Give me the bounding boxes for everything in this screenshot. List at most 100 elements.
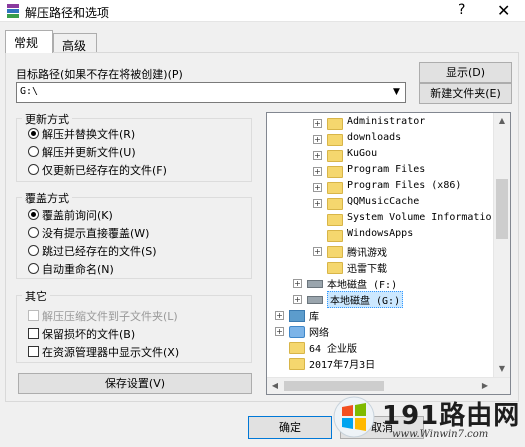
library-icon [289, 310, 305, 322]
tree-item-label: Program Files [347, 164, 426, 175]
folder-icon [327, 182, 343, 194]
overwrite-mode-title: 覆盖方式 [22, 190, 72, 206]
option-label: 解压并替换文件(R) [42, 128, 136, 141]
scroll-right-icon[interactable]: ▶ [477, 378, 493, 394]
window-title: 解压路径和选项 [25, 6, 110, 20]
windows-logo-icon [333, 396, 375, 438]
radio-icon [28, 245, 39, 256]
tree-item-label: downloads [347, 132, 402, 143]
folder-icon [327, 230, 343, 242]
expand-icon[interactable]: + [313, 167, 322, 176]
tab-general[interactable]: 常规 [5, 30, 53, 53]
tree-item-label: Program Files (x86) [347, 180, 462, 191]
checkbox-icon [28, 328, 39, 339]
new-folder-button[interactable]: 新建文件夹(E) [419, 83, 512, 104]
other-options-title: 其它 [22, 288, 50, 304]
expand-icon[interactable]: + [275, 311, 284, 320]
folder-icon [327, 246, 343, 258]
scroll-left-icon[interactable]: ◀ [267, 378, 283, 394]
radio-extract-replace[interactable]: 解压并替换文件(R) [28, 126, 135, 142]
update-mode-title: 更新方式 [22, 111, 72, 127]
radio-icon [28, 128, 39, 139]
tree-item-label: KuGou [347, 148, 378, 159]
watermark-brand: 191路由网 [382, 401, 521, 431]
tree-item-label: 64 企业版 [309, 344, 358, 355]
tree-item-label: 本地磁盘 (G:) [327, 291, 404, 308]
radio-skip-existing[interactable]: 跳过已经存在的文件(S) [28, 243, 157, 259]
save-settings-button[interactable]: 保存设置(V) [18, 373, 252, 394]
folder-icon [327, 214, 343, 226]
tree-item-label: System Volume Informatio [347, 212, 492, 223]
folder-icon [327, 134, 343, 146]
radio-icon [28, 164, 39, 175]
drive-icon [307, 280, 323, 288]
checkbox-icon [28, 310, 39, 321]
show-button[interactable]: 显示(D) [419, 62, 512, 83]
tree-item-label: 网络 [309, 328, 329, 339]
watermark-site: www.Winwin7.com [392, 429, 489, 440]
option-label: 解压并更新文件(U) [42, 146, 136, 159]
tree-item-label: WindowsApps [347, 228, 414, 239]
expand-icon[interactable]: + [313, 183, 322, 192]
radio-icon [28, 146, 39, 157]
expand-icon[interactable]: + [313, 247, 322, 256]
expand-icon[interactable]: + [275, 327, 284, 336]
scroll-thumb[interactable] [496, 179, 508, 239]
tree-item-label: Administrator [347, 116, 426, 127]
radio-extract-update[interactable]: 解压并更新文件(U) [28, 144, 136, 160]
tree-item-label: 2017年7月3日 [309, 360, 376, 371]
target-path-label: 目标路径(如果不存在将被创建)(P) [16, 68, 183, 81]
option-label: 在资源管理器中显示文件(X) [42, 346, 180, 359]
scroll-down-icon[interactable]: ▼ [494, 361, 510, 377]
folder-icon [327, 150, 343, 162]
folder-icon [327, 198, 343, 210]
radio-icon [28, 209, 39, 220]
expand-icon[interactable]: + [293, 295, 302, 304]
network-icon [289, 326, 305, 338]
expand-icon[interactable]: + [313, 199, 322, 208]
target-path-combo[interactable]: G:\ ▼ [16, 82, 406, 103]
close-button[interactable]: ✕ [497, 1, 510, 20]
checkbox-show-in-explorer[interactable]: 在资源管理器中显示文件(X) [28, 344, 179, 360]
radio-fresh-existing[interactable]: 仅更新已经存在的文件(F) [28, 162, 167, 178]
title-bar: 解压路径和选项 ? ✕ [0, 0, 525, 22]
checkbox-extract-subfolder[interactable]: 解压压缩文件到子文件夹(L) [28, 308, 178, 324]
tree-item-label: 库 [309, 312, 319, 323]
tree-item-label: QQMusicCache [347, 196, 420, 207]
tab-advanced[interactable]: 高级 [53, 33, 97, 53]
radio-auto-rename[interactable]: 自动重命名(N) [28, 261, 114, 277]
folder-tree[interactable]: + Administrator + downloads + KuGou + Progra… [266, 112, 511, 395]
radio-icon [28, 227, 39, 238]
option-label: 跳过已经存在的文件(S) [42, 245, 157, 258]
folder-icon [289, 358, 305, 370]
option-label: 保留损坏的文件(B) [42, 328, 136, 341]
option-label: 自动重命名(N) [42, 263, 114, 276]
folder-icon [327, 262, 343, 274]
radio-ask-before[interactable]: 覆盖前询问(K) [28, 207, 113, 223]
tree-item-label: 本地磁盘 (F:) [327, 280, 398, 291]
chevron-down-icon[interactable]: ▼ [388, 83, 405, 102]
drive-icon [307, 296, 323, 304]
radio-overwrite-silent[interactable]: 没有提示直接覆盖(W) [28, 225, 149, 241]
help-button[interactable]: ? [458, 2, 465, 18]
ok-button[interactable]: 确定 [248, 416, 332, 439]
option-label: 解压压缩文件到子文件夹(L) [42, 310, 178, 323]
watermark: 191路由网 www.Winwin7.com [330, 393, 525, 447]
expand-icon[interactable]: + [313, 151, 322, 160]
folder-icon [327, 166, 343, 178]
vertical-scrollbar[interactable]: ▲ ▼ [493, 113, 510, 377]
scroll-thumb[interactable] [284, 381, 384, 391]
option-label: 覆盖前询问(K) [42, 209, 113, 222]
expand-icon[interactable]: + [313, 135, 322, 144]
expand-icon[interactable]: + [313, 119, 322, 128]
option-label: 仅更新已经存在的文件(F) [42, 164, 167, 177]
expand-icon[interactable]: + [293, 279, 302, 288]
folder-icon [327, 118, 343, 130]
tree-item-label: 迅雷下载 [347, 264, 387, 275]
folder-icon [289, 342, 305, 354]
radio-icon [28, 263, 39, 274]
checkbox-icon [28, 346, 39, 357]
checkbox-keep-broken[interactable]: 保留损坏的文件(B) [28, 326, 135, 342]
horizontal-scrollbar[interactable]: ◀ ▶ [267, 377, 510, 394]
scroll-up-icon[interactable]: ▲ [494, 113, 510, 129]
